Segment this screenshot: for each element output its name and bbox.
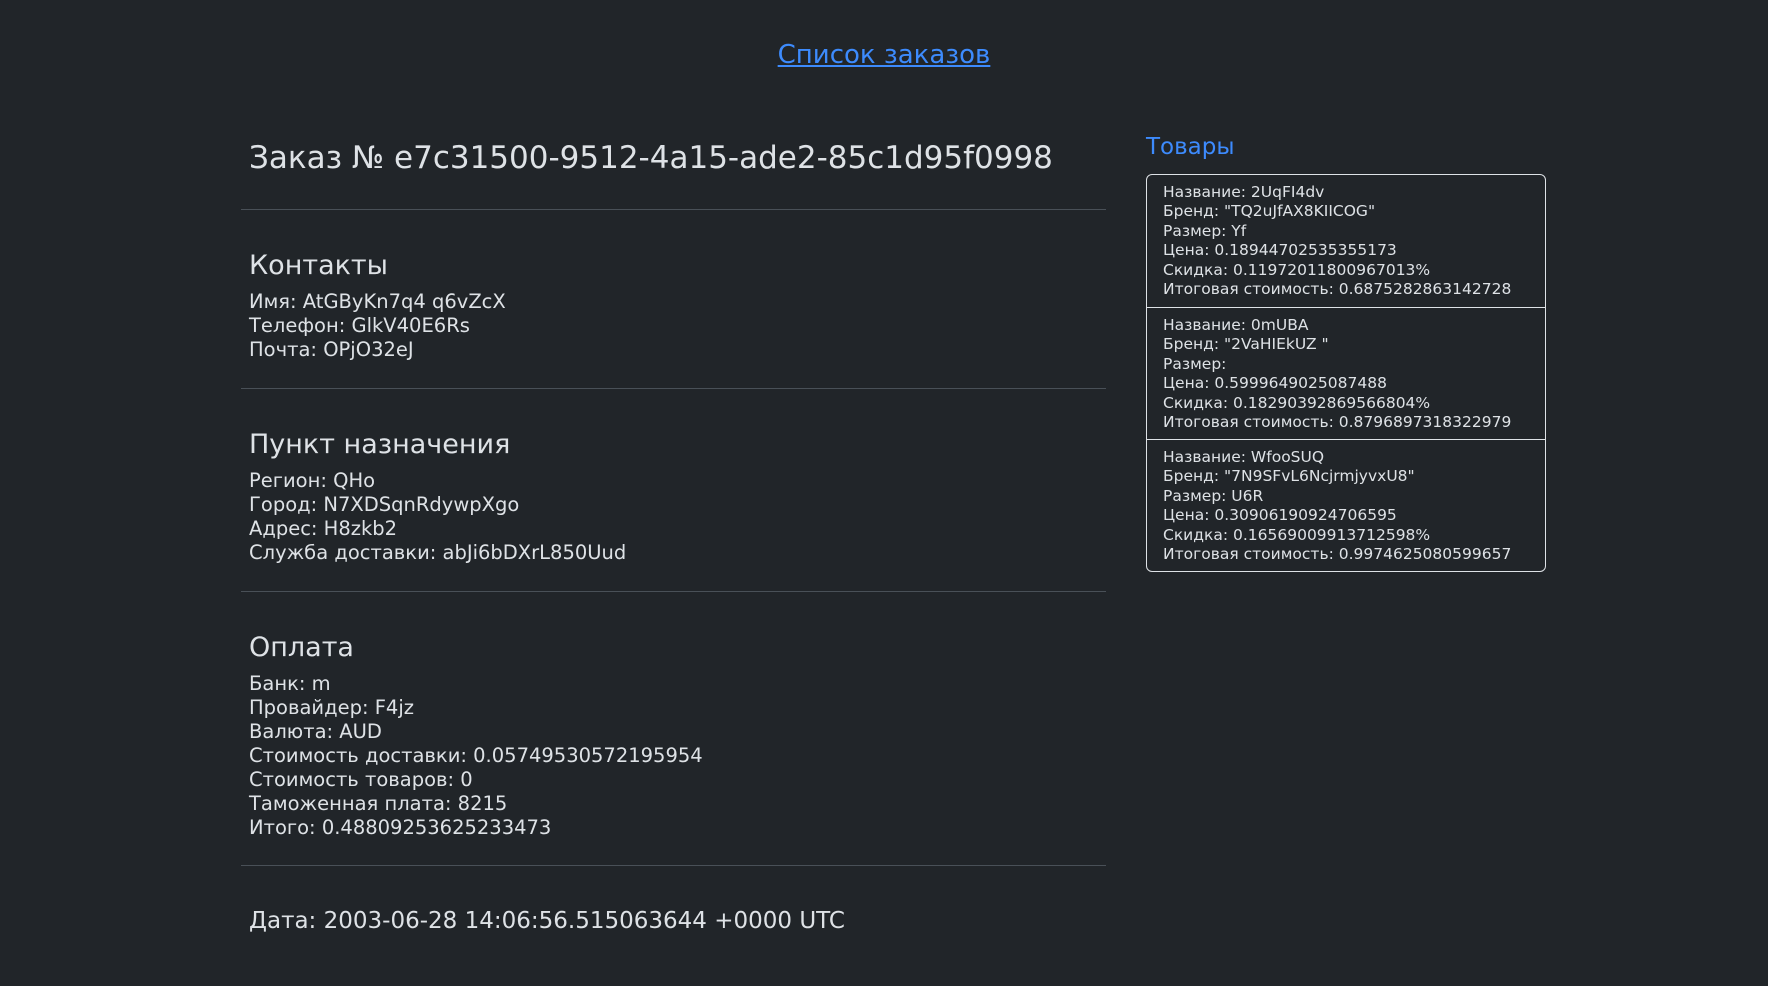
payment-bank: Банк: m xyxy=(249,672,331,695)
payment-section: Оплата Банк: m Провайдер: F4jz Валюта: A… xyxy=(241,591,1106,865)
goods-item-size: Размер: xyxy=(1163,354,1227,373)
destination-region: Регион: QHo xyxy=(249,469,376,492)
goods-item-brand: Бренд: "7N9SFvL6NcjrmjyvxU8" xyxy=(1163,467,1415,486)
orders-list-link[interactable]: Список заказов xyxy=(778,40,991,70)
goods-item: Название: 0mUBA Бренд: "2VaHIEkUZ " Разм… xyxy=(1147,307,1545,439)
goods-item-name: Название: 2UqFI4dv xyxy=(1163,183,1325,201)
goods-item-price: Цена: 0.5999649025087488 xyxy=(1163,374,1387,393)
goods-panel: Товары Название: 2UqFI4dv Бренд: "TQ2uJf… xyxy=(1146,130,1546,572)
order-date: Дата: 2003-06-28 14:06:56.515063644 +000… xyxy=(249,908,845,934)
payment-provider: Провайдер: F4jz xyxy=(249,696,414,719)
destination-city: Город: N7XDSqnRdywpXgo xyxy=(249,493,520,516)
contact-email: Почта: OPjO32eJ xyxy=(249,338,414,361)
goods-item-total: Итоговая стоимость: 0.8796897318322979 xyxy=(1163,413,1512,432)
payment-goods-cost: Стоимость товаров: 0 xyxy=(249,768,473,791)
top-nav: Список заказов xyxy=(0,40,1768,70)
goods-item-name: Название: WfooSUQ xyxy=(1163,448,1325,466)
payment-currency: Валюта: AUD xyxy=(249,720,382,743)
goods-item-discount: Скидка: 0.18290392869566804% xyxy=(1163,393,1431,412)
date-section: Дата: 2003-06-28 14:06:56.515063644 +000… xyxy=(241,865,1106,986)
goods-item-discount: Скидка: 0.16569009913712598% xyxy=(1163,525,1431,544)
destination-delivery-service: Служба доставки: abJi6bDXrL850Uud xyxy=(249,541,627,564)
goods-item-brand: Бренд: "TQ2uJfAX8KIICOG" xyxy=(1163,202,1376,221)
goods-item: Название: WfooSUQ Бренд: "7N9SFvL6Ncjrmj… xyxy=(1147,439,1545,571)
contact-name: Имя: AtGByKn7q4 q6vZcX xyxy=(249,290,506,313)
goods-item: Название: 2UqFI4dv Бренд: "TQ2uJfAX8KIIC… xyxy=(1147,175,1545,307)
contact-phone: Телефон: GlkV40E6Rs xyxy=(249,314,470,337)
destination-section: Пункт назначения Регион: QHo Город: N7XD… xyxy=(241,388,1106,591)
goods-heading[interactable]: Товары xyxy=(1146,130,1546,164)
goods-item-name: Название: 0mUBA xyxy=(1163,316,1309,334)
payment-total: Итого: 0.48809253625233473 xyxy=(249,816,552,839)
goods-list: Название: 2UqFI4dv Бренд: "TQ2uJfAX8KIIC… xyxy=(1146,174,1546,572)
destination-heading: Пункт назначения xyxy=(249,429,511,460)
payment-delivery-cost: Стоимость доставки: 0.05749530572195954 xyxy=(249,744,703,767)
payment-heading: Оплата xyxy=(249,632,354,663)
goods-item-price: Цена: 0.30906190924706595 xyxy=(1163,506,1397,525)
goods-item-total: Итоговая стоимость: 0.6875282863142728 xyxy=(1163,280,1512,299)
payment-customs-fee: Таможенная плата: 8215 xyxy=(249,792,508,815)
contacts-heading: Контакты xyxy=(249,250,388,281)
goods-item-size: Размер: Yf xyxy=(1163,221,1247,240)
destination-address: Адрес: H8zkb2 xyxy=(249,517,398,540)
goods-item-total: Итоговая стоимость: 0.9974625080599657 xyxy=(1163,545,1512,564)
goods-item-price: Цена: 0.18944702535355173 xyxy=(1163,241,1397,260)
contacts-section: Контакты Имя: AtGByKn7q4 q6vZcX Телефон:… xyxy=(241,209,1106,388)
order-details: Заказ № e7c31500-9512-4a15-ade2-85c1d95f… xyxy=(241,120,1106,986)
goods-item-size: Размер: U6R xyxy=(1163,486,1264,505)
goods-item-brand: Бренд: "2VaHIEkUZ " xyxy=(1163,335,1329,354)
order-title: Заказ № e7c31500-9512-4a15-ade2-85c1d95f… xyxy=(249,140,1053,176)
goods-item-discount: Скидка: 0.11972011800967013% xyxy=(1163,260,1431,279)
